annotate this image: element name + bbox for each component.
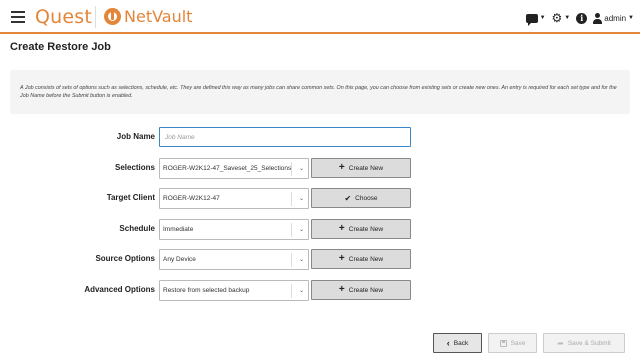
top-bar: Quest NetVault ▼ ⚙ ▼ i admin ▼: [0, 0, 640, 34]
save-icon: [499, 339, 507, 347]
checkmark-icon: ✔: [344, 193, 352, 203]
selections-label: Selections: [114, 163, 155, 172]
logo-divider: [95, 6, 96, 28]
source-options-row: Source Options Any Device ⌄ + Create New: [0, 249, 640, 270]
advanced-options-create-new-button[interactable]: + Create New: [311, 280, 411, 300]
button-label: Create New: [348, 255, 384, 263]
chevron-down-icon: ⌄: [298, 257, 304, 263]
select-divider: [291, 284, 292, 298]
user-icon: [593, 12, 603, 24]
advanced-options-label: Advanced Options: [84, 285, 155, 294]
chevron-down-icon: ▼: [539, 15, 546, 21]
button-label: Back: [453, 339, 469, 347]
send-icon: ➦: [557, 338, 564, 348]
info-box: A Job consists of sets of options such a…: [10, 70, 630, 114]
button-label: Create New: [348, 164, 384, 172]
advanced-options-select[interactable]: Restore from selected backup ⌄: [159, 280, 309, 301]
target-client-label: Target Client: [106, 193, 155, 202]
chevron-down-icon: ⌄: [298, 227, 304, 233]
chevron-down-icon: ⌄: [298, 166, 304, 172]
button-label: Create New: [348, 225, 384, 233]
messages-menu[interactable]: ▼: [525, 13, 546, 26]
schedule-row: Schedule Immediate ⌄ + Create New: [0, 219, 640, 240]
chevron-down-icon: ⌄: [298, 196, 304, 202]
chevron-left-icon: ‹: [446, 338, 450, 348]
selections-row: Selections ROGER-W2K12-47_Saveset_25_Sel…: [0, 158, 640, 179]
source-options-label: Source Options: [95, 254, 155, 263]
user-name: admin: [604, 13, 627, 23]
button-label: Save & Submit: [567, 339, 611, 347]
schedule-create-new-button[interactable]: + Create New: [311, 219, 411, 239]
source-options-create-new-button[interactable]: + Create New: [311, 249, 411, 269]
plus-icon: +: [338, 284, 345, 295]
info-icon: i: [576, 12, 588, 24]
chevron-down-icon: ▼: [564, 15, 571, 21]
target-client-value: ROGER-W2K12-47: [163, 195, 220, 202]
selections-create-new-button[interactable]: + Create New: [311, 158, 411, 178]
advanced-options-value: Restore from selected backup: [163, 287, 250, 294]
target-client-row: Target Client ROGER-W2K12-47 ⌄ ✔ Choose: [0, 188, 640, 209]
selections-select[interactable]: ROGER-W2K12-47_Saveset_25_Selections ⌄: [159, 158, 309, 179]
info-text: A Job consists of sets of options such a…: [20, 85, 617, 99]
select-divider: [291, 253, 292, 267]
save-submit-button[interactable]: ➦ Save & Submit: [543, 333, 625, 353]
menu-icon[interactable]: [11, 11, 25, 23]
plus-icon: +: [338, 253, 345, 264]
job-name-input[interactable]: [159, 127, 411, 147]
job-name-row: Job Name: [0, 127, 640, 147]
netvault-logo-text: NetVault: [124, 7, 193, 26]
target-client-select[interactable]: ROGER-W2K12-47 ⌄: [159, 188, 309, 209]
save-button[interactable]: Save: [488, 333, 537, 353]
plus-icon: +: [338, 162, 345, 173]
user-menu[interactable]: admin ▼: [593, 12, 634, 24]
top-toolbar: ▼ ⚙ ▼ i admin ▼: [525, 10, 634, 26]
job-name-label: Job Name: [116, 132, 155, 141]
advanced-options-row: Advanced Options Restore from selected b…: [0, 280, 640, 301]
select-divider: [291, 192, 292, 206]
netvault-logo-icon: [104, 8, 121, 25]
schedule-label: Schedule: [119, 224, 155, 233]
back-button[interactable]: ‹ Back: [433, 333, 482, 353]
chat-icon: [525, 13, 538, 26]
selections-value: ROGER-W2K12-47_Saveset_25_Selections: [163, 165, 292, 172]
plus-icon: +: [338, 223, 345, 234]
schedule-value: Immediate: [163, 226, 194, 233]
settings-menu[interactable]: ⚙ ▼: [552, 12, 571, 24]
gear-icon: ⚙: [551, 11, 563, 25]
chevron-down-icon: ▼: [628, 15, 634, 21]
button-label: Create New: [348, 286, 384, 294]
info-button[interactable]: i: [576, 12, 588, 24]
select-divider: [291, 162, 292, 176]
quest-logo: Quest: [35, 6, 93, 28]
page-title: Create Restore Job: [10, 41, 111, 53]
button-label: Choose: [355, 194, 378, 202]
chevron-down-icon: ⌄: [298, 288, 304, 294]
source-options-value: Any Device: [163, 256, 196, 263]
source-options-select[interactable]: Any Device ⌄: [159, 249, 309, 270]
target-client-choose-button[interactable]: ✔ Choose: [311, 188, 411, 208]
select-divider: [291, 223, 292, 237]
schedule-select[interactable]: Immediate ⌄: [159, 219, 309, 240]
button-label: Save: [510, 339, 526, 347]
